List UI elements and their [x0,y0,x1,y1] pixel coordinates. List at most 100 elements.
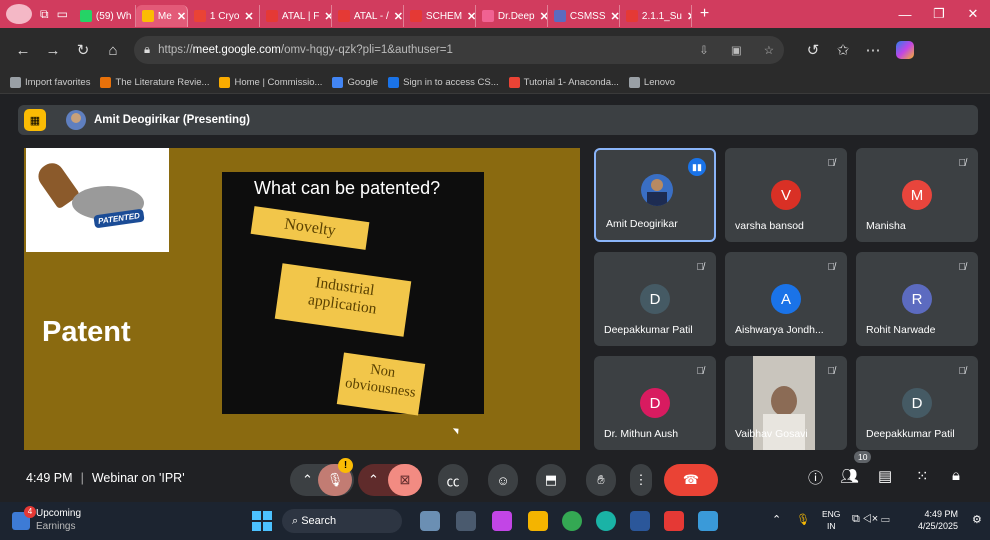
favorites-icon[interactable]: ✩ [828,41,858,59]
restore-button[interactable]: ❐ [922,6,956,22]
favorite-link[interactable]: Google [332,77,378,88]
browser-tab[interactable]: Dr.Deep ✕ [476,5,548,27]
captions-button[interactable]: ㏄ [438,464,468,496]
tab-close-icon[interactable]: ✕ [244,10,253,23]
start-button[interactable] [252,511,272,531]
favorite-link[interactable]: Lenovo [628,77,675,88]
emoji-button[interactable]: ☺ [488,464,518,496]
participant-tile[interactable]: 🎙̸ Vaibhav Gosavi [725,356,847,450]
participant-avatar: V [771,180,801,210]
favorite-link[interactable]: Sign in to access CS... [388,77,499,88]
tab-close-icon[interactable]: ✕ [610,10,618,23]
copilot-taskbar-icon[interactable] [492,511,512,531]
app-icon[interactable]: ▣ [731,43,742,57]
people-count-badge: 10 [854,451,872,463]
participant-tile[interactable]: D 🎙̸ Deepakkumar Patil [856,356,978,450]
tab-actions-icon[interactable]: ▭ [57,7,68,21]
tab-favicon [481,10,494,22]
participant-tile[interactable]: D 🎙̸ Dr. Mithun Aush [594,356,716,450]
browser-tab[interactable]: 1 Cryo ✕ [188,5,260,27]
tab-close-icon[interactable]: ✕ [394,10,403,23]
photos-icon[interactable] [698,511,718,531]
minimize-button[interactable]: — [888,7,922,22]
activities-icon[interactable]: ⁙ [916,467,929,485]
leave-call-button[interactable]: ☎︎ [664,464,718,496]
url-prefix: https:// [158,44,193,56]
favorite-star-icon[interactable]: ☆ [764,43,774,57]
people-icon[interactable]: 👥︎ [840,467,859,485]
new-tab-button[interactable]: + [700,5,709,23]
participant-tile[interactable]: ▮▮ Amit Deogirikar [594,148,716,242]
refresh-circle-icon[interactable]: ↺ [798,41,828,59]
tab-close-icon[interactable]: ✕ [467,10,475,23]
taskview-icon[interactable] [420,511,440,531]
copilot-icon[interactable] [896,41,914,59]
browser-tab[interactable]: CSMSS ✕ [548,5,620,27]
widget-text[interactable]: Upcoming Earnings [36,507,81,533]
participant-name: Deepakkumar Patil [604,324,693,336]
participant-tile[interactable]: R 🎙̸ Rohit Narwade [856,252,978,346]
browser-tab[interactable]: ATAL - / ✕ [332,5,404,27]
more-options-button[interactable]: ⋮ [630,464,652,496]
meeting-details-icon[interactable]: ⓘ [808,467,823,488]
tab-close-icon[interactable]: ✕ [324,10,331,23]
language-indicator[interactable]: ENG IN [822,508,840,532]
back-icon[interactable]: ← [8,42,38,59]
close-window-button[interactable]: ✕ [956,6,990,22]
file-explorer-icon[interactable] [456,511,476,531]
chat-icon[interactable]: ▤ [878,467,892,485]
edge-icon[interactable] [596,511,616,531]
system-clock[interactable]: 4:49 PM 4/25/2025 [918,508,958,532]
home-icon[interactable]: ⌂ [98,42,128,59]
muted-mic-icon: 🎙̸ [827,158,836,169]
reload-icon[interactable]: ↻ [68,41,98,59]
tray-mic-icon[interactable]: 🎙︎ [796,513,810,526]
tray-overflow-icon[interactable]: ⌃ [772,513,781,526]
download-icon[interactable]: ⇩ [699,43,709,57]
forward-icon[interactable]: → [38,42,68,59]
browser-tab[interactable]: SCHEM ✕ [404,5,476,27]
browser-tab[interactable]: ATAL | F ✕ [260,5,332,27]
workspaces-icon[interactable]: ⧉ [40,7,49,22]
participant-tile[interactable]: D 🎙̸ Deepakkumar Patil [594,252,716,346]
browser-tab[interactable]: (59) Wh✕ [74,5,136,27]
taskbar-search[interactable]: ⌕ Search [282,509,402,533]
profile-avatar[interactable] [6,4,32,24]
participant-tile[interactable]: V 🎙̸ varsha bansod [725,148,847,242]
participant-name: varsha bansod [735,220,804,232]
video-options-button[interactable]: ⌃ ⊠ [358,464,422,496]
tab-close-icon[interactable]: ✕ [177,10,186,23]
favorite-link[interactable]: Home | Commissio... [219,77,322,88]
word-icon[interactable] [630,511,650,531]
raise-hand-button[interactable]: ✋︎ [586,464,616,496]
audio-options-button[interactable]: ⌃ 🎙︎ ! [290,458,354,496]
tab-close-icon[interactable]: ✕ [687,10,691,23]
favorite-link[interactable]: Tutorial 1- Anaconda... [508,77,619,88]
presentation-icon[interactable]: ▦ [24,109,46,131]
tab-close-icon[interactable]: ✕ [540,10,547,23]
notification-badge: 4 [24,506,36,518]
network-volume-battery-icons[interactable]: ⧉ ◁× ▭ [852,513,890,526]
participant-tile[interactable]: M 🎙̸ Manisha [856,148,978,242]
tab-favicon [79,10,92,22]
favorite-link[interactable]: The Literature Revie... [100,77,209,88]
favorite-icon [100,77,112,88]
browser-tab[interactable]: Me ✕ [135,5,188,27]
participant-tile[interactable]: A 🎙̸ Aishwarya Jondh... [725,252,847,346]
more-menu-icon[interactable]: ⋯ [858,41,888,59]
camera-off-button[interactable]: ⊠ [388,464,422,496]
chrome-icon[interactable] [562,511,582,531]
participant-name: Amit Deogirikar [606,218,678,230]
favorite-link[interactable]: Import favorites [10,77,90,88]
host-controls-icon[interactable]: 🔒︎ [952,467,960,484]
tab-title: ATAL | F [281,10,320,22]
tab-title: Dr.Deep [497,10,535,22]
acrobat-icon[interactable] [664,511,684,531]
notifications-icon[interactable]: ⚙︎ [972,513,982,526]
participant-name: Rohit Narwade [866,324,936,336]
address-bar[interactable]: 🔒︎ https://meet.google.com/omv-hqgy-qzk?… [134,36,784,64]
present-screen-button[interactable]: ⬒ [536,464,566,496]
folder-icon[interactable] [528,511,548,531]
browser-tab[interactable]: 2.1.1_Su ✕ [620,5,692,27]
tab-favicon [265,10,278,22]
